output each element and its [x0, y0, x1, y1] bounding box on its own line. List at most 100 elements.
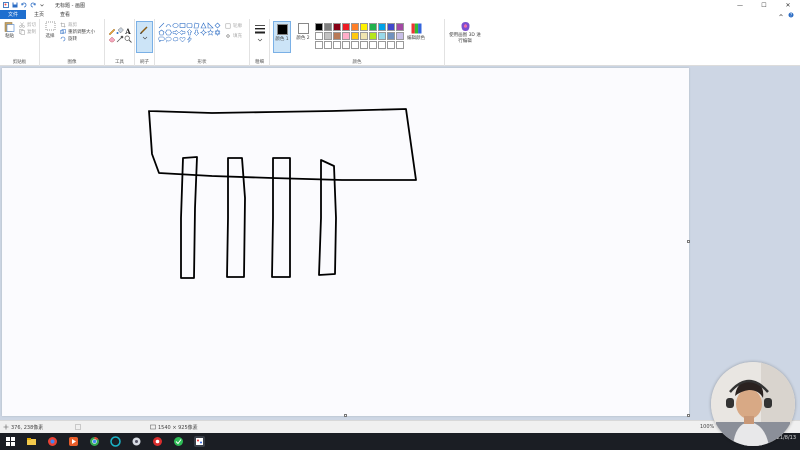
- heart-shape-icon[interactable]: [179, 36, 186, 43]
- palette-swatch-2[interactable]: [333, 23, 341, 31]
- palette-swatch-24[interactable]: [351, 41, 359, 49]
- size-button[interactable]: [253, 23, 267, 42]
- cloud-callout-shape-icon[interactable]: [172, 36, 179, 43]
- palette-swatch-14[interactable]: [351, 32, 359, 40]
- hexagon-shape-icon[interactable]: [165, 29, 172, 36]
- select-button[interactable]: 选择: [43, 21, 57, 42]
- canvas-resize-handle-corner[interactable]: [687, 414, 690, 417]
- palette-swatch-0[interactable]: [315, 23, 323, 31]
- palette-swatch-23[interactable]: [342, 41, 350, 49]
- chrome-icon[interactable]: [89, 436, 100, 447]
- fill-dropdown[interactable]: 填充: [225, 32, 242, 39]
- chevron-down-icon[interactable]: [39, 2, 45, 8]
- palette-swatch-4[interactable]: [351, 23, 359, 31]
- save-icon[interactable]: [12, 2, 18, 8]
- tab-file[interactable]: 文件: [0, 10, 27, 19]
- lightning-shape-icon[interactable]: [186, 36, 193, 43]
- text-icon[interactable]: A: [124, 27, 132, 35]
- palette-swatch-12[interactable]: [333, 32, 341, 40]
- canvas-resize-handle-bottom[interactable]: [344, 414, 347, 417]
- palette-swatch-27[interactable]: [378, 41, 386, 49]
- palette-swatch-10[interactable]: [315, 32, 323, 40]
- edit-colors-button[interactable]: 编辑颜色: [407, 23, 425, 41]
- app-green-icon[interactable]: [173, 436, 184, 447]
- color1-selector[interactable]: 颜色 1: [273, 21, 291, 53]
- palette-swatch-19[interactable]: [396, 32, 404, 40]
- right-triangle-shape-icon[interactable]: [207, 22, 214, 29]
- eraser-icon[interactable]: [108, 35, 116, 43]
- palette-swatch-21[interactable]: [324, 41, 332, 49]
- up-arrow-shape-icon[interactable]: [186, 29, 193, 36]
- down-arrow-shape-icon[interactable]: [193, 29, 200, 36]
- palette-swatch-3[interactable]: [342, 23, 350, 31]
- help-icon[interactable]: ?: [788, 12, 794, 18]
- app-settings-icon[interactable]: [131, 436, 142, 447]
- palette-swatch-8[interactable]: [387, 23, 395, 31]
- triangle-shape-icon[interactable]: [200, 22, 207, 29]
- rectangle-shape-icon[interactable]: [179, 22, 186, 29]
- cut-button[interactable]: 剪切: [19, 21, 36, 28]
- copy-button[interactable]: 复制: [19, 28, 36, 35]
- edit-with-paint3d-button[interactable]: 使用画图 3D 进行编辑: [448, 21, 482, 45]
- tab-home[interactable]: 主页: [26, 10, 52, 19]
- palette-swatch-17[interactable]: [378, 32, 386, 40]
- curve-shape-icon[interactable]: [165, 22, 172, 29]
- palette-swatch-9[interactable]: [396, 23, 404, 31]
- palette-swatch-15[interactable]: [360, 32, 368, 40]
- diamond-shape-icon[interactable]: [214, 22, 221, 29]
- app-circle-icon[interactable]: [110, 436, 121, 447]
- palette-swatch-16[interactable]: [369, 32, 377, 40]
- six-point-star-shape-icon[interactable]: [214, 29, 221, 36]
- paint-taskbar-icon[interactable]: [194, 436, 205, 447]
- magnifier-icon[interactable]: [124, 35, 132, 43]
- line-shape-icon[interactable]: [158, 22, 165, 29]
- palette-swatch-29[interactable]: [396, 41, 404, 49]
- palette-swatch-13[interactable]: [342, 32, 350, 40]
- palette-swatch-7[interactable]: [378, 23, 386, 31]
- file-explorer-icon[interactable]: [26, 436, 37, 447]
- outline-dropdown[interactable]: 轮廓: [225, 22, 242, 29]
- close-button[interactable]: ✕: [776, 0, 800, 10]
- oval-callout-shape-icon[interactable]: [165, 36, 172, 43]
- media-player-icon[interactable]: [68, 436, 79, 447]
- pentagon-shape-icon[interactable]: [158, 29, 165, 36]
- browser-icon[interactable]: [47, 436, 58, 447]
- rounded-callout-shape-icon[interactable]: [158, 36, 165, 43]
- palette-swatch-18[interactable]: [387, 32, 395, 40]
- palette-swatch-22[interactable]: [333, 41, 341, 49]
- canvas-resize-handle-right[interactable]: [687, 240, 690, 243]
- palette-swatch-26[interactable]: [369, 41, 377, 49]
- right-arrow-shape-icon[interactable]: [172, 29, 179, 36]
- rounded-rectangle-shape-icon[interactable]: [186, 22, 193, 29]
- paste-button[interactable]: 粘贴: [3, 21, 16, 39]
- palette-swatch-11[interactable]: [324, 32, 332, 40]
- color-picker-icon[interactable]: [116, 35, 124, 43]
- undo-icon[interactable]: [21, 2, 27, 8]
- left-arrow-shape-icon[interactable]: [179, 29, 186, 36]
- five-point-star-shape-icon[interactable]: [207, 29, 214, 36]
- collapse-ribbon-icon[interactable]: [778, 12, 784, 18]
- minimize-button[interactable]: —: [728, 0, 752, 10]
- polygon-shape-icon[interactable]: [193, 22, 200, 29]
- rotate-button[interactable]: 旋转: [60, 35, 95, 42]
- maximize-button[interactable]: ☐: [752, 0, 776, 10]
- drawing-canvas[interactable]: [2, 68, 690, 417]
- color2-selector[interactable]: 颜色 2: [294, 21, 312, 53]
- redo-icon[interactable]: [30, 2, 36, 8]
- fill-bucket-icon[interactable]: [116, 27, 124, 35]
- brushes-button[interactable]: [136, 21, 153, 53]
- palette-swatch-5[interactable]: [360, 23, 368, 31]
- windows-start-icon[interactable]: [5, 436, 16, 447]
- palette-swatch-20[interactable]: [315, 41, 323, 49]
- app-red-icon[interactable]: [152, 436, 163, 447]
- pencil-icon[interactable]: [108, 27, 116, 35]
- resize-button[interactable]: 重新调整大小: [60, 28, 95, 35]
- palette-swatch-1[interactable]: [324, 23, 332, 31]
- palette-swatch-6[interactable]: [369, 23, 377, 31]
- four-point-star-shape-icon[interactable]: [200, 29, 207, 36]
- tab-view[interactable]: 查看: [52, 10, 78, 19]
- palette-swatch-25[interactable]: [360, 41, 368, 49]
- crop-button[interactable]: 裁剪: [60, 21, 95, 28]
- oval-shape-icon[interactable]: [172, 22, 179, 29]
- palette-swatch-28[interactable]: [387, 41, 395, 49]
